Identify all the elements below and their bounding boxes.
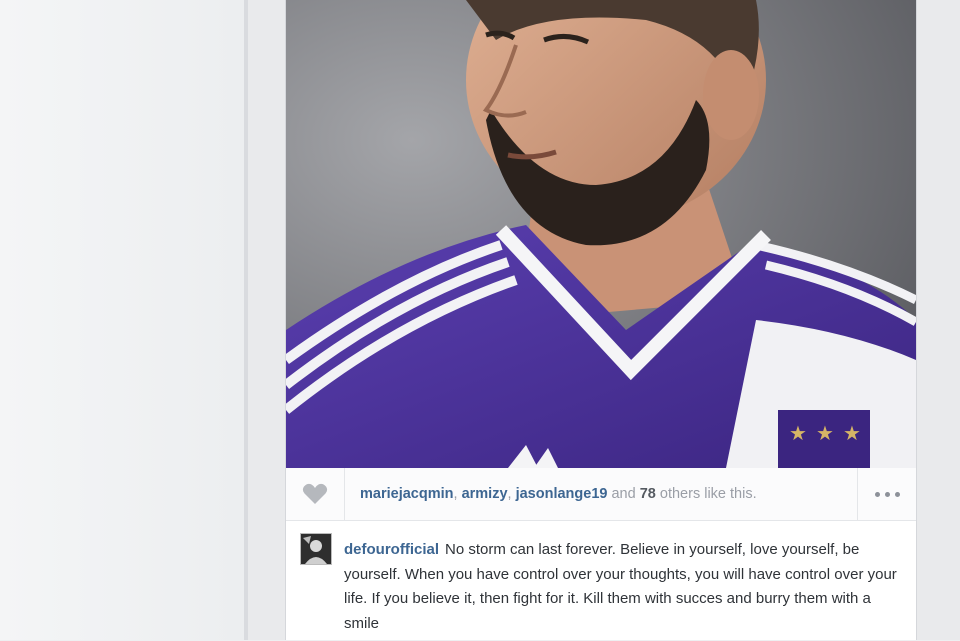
heart-icon (302, 483, 328, 504)
more-options-button[interactable] (857, 468, 916, 520)
caption-author-link[interactable]: defourofficial (344, 541, 439, 558)
like-button[interactable] (286, 468, 345, 520)
likes-bar: mariejacqmin, armizy, jasonlange19 and 7… (286, 468, 916, 521)
others-suffix: others like this. (659, 486, 757, 502)
others-count[interactable]: 78 (640, 486, 656, 502)
more-options-icon (874, 491, 880, 497)
likes-summary: mariejacqmin, armizy, jasonlange19 and 7… (360, 486, 757, 502)
likes-connector: and (611, 486, 636, 502)
post-photo[interactable]: ★ ★ ★ (286, 0, 916, 468)
liker-link[interactable]: armizy (462, 486, 508, 502)
left-background (0, 0, 244, 640)
player-photo-illustration: ★ ★ ★ (286, 0, 916, 468)
liker-link[interactable]: mariejacqmin (360, 486, 454, 502)
svg-text:★: ★ (816, 421, 834, 445)
avatar-image (301, 534, 331, 564)
caption: defourofficial No storm can last forever.… (344, 538, 900, 636)
liker-link[interactable]: jasonlange19 (516, 486, 608, 502)
caption-section: defourofficial No storm can last forever.… (286, 521, 916, 641)
svg-text:★: ★ (843, 421, 861, 445)
avatar[interactable] (300, 533, 332, 565)
svg-text:★: ★ (789, 421, 807, 445)
post-card: ★ ★ ★ mariejacqmin, armizy, jasonlange19… (285, 0, 917, 640)
